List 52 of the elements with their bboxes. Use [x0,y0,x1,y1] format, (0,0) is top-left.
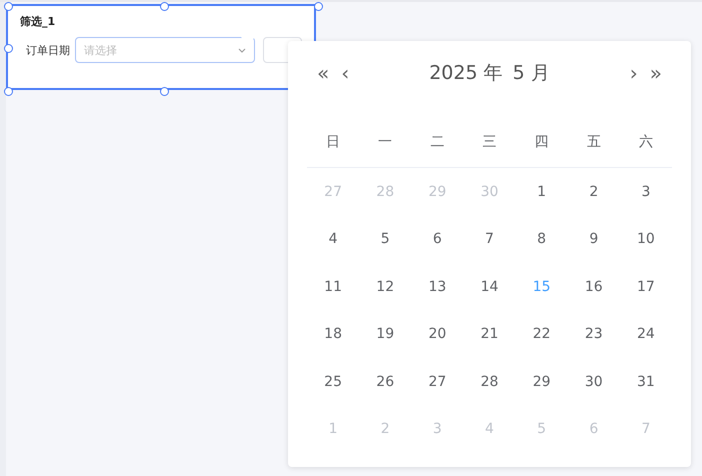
day-cell[interactable]: 7 [485,231,494,248]
prev-month-button[interactable]: ‹ [335,63,356,83]
day-cell[interactable]: 26 [376,374,394,390]
weekday-label: 一 [377,133,394,151]
day-cell[interactable]: 28 [480,374,498,390]
day-cell[interactable]: 1 [537,184,546,200]
resize-handle[interactable] [4,87,13,96]
weekday-label: 四 [534,133,550,151]
day-cell[interactable]: 30 [584,374,603,390]
day-cell[interactable]: 6 [432,231,442,248]
day-cell[interactable]: 18 [324,326,342,342]
card-title: 筛选_1 [20,14,56,29]
day-cell[interactable]: 14 [480,278,498,295]
day-cell[interactable]: 25 [324,374,342,390]
weekday-label: 日 [325,133,342,151]
day-cell[interactable]: 27 [428,374,446,390]
day-cell[interactable]: 3 [641,184,650,200]
day-cell[interactable]: 11 [324,278,342,295]
day-cell[interactable]: 29 [532,374,551,390]
day-cell[interactable]: 31 [637,374,655,390]
day-cell[interactable]: 16 [584,278,603,295]
resize-handle[interactable] [160,87,169,96]
day-cell[interactable]: 20 [428,326,446,342]
field-label: 订单日期 [26,42,70,58]
day-cell[interactable]: 9 [589,231,598,248]
day-cell[interactable]: 22 [532,326,551,342]
day-cell[interactable]: 19 [376,326,394,342]
day-cell[interactable]: 23 [584,326,603,342]
day-cell[interactable]: 2 [589,184,598,200]
day-cell[interactable]: 5 [380,231,390,248]
resize-handle[interactable] [314,2,323,11]
day-cell[interactable]: 4 [328,231,338,248]
weekday-label: 六 [638,133,654,151]
resize-handle[interactable] [4,2,13,11]
prev-year-button[interactable]: « [311,63,336,83]
next-year-button[interactable]: » [644,63,668,83]
resize-handle[interactable] [160,2,169,11]
day-cell[interactable]: 10 [637,231,655,248]
weekday-label: 五 [586,133,602,151]
weekday-label: 二 [429,133,446,151]
next-month-button[interactable]: › [624,63,644,83]
day-cell[interactable]: 24 [637,326,655,342]
resize-handle[interactable] [4,44,13,53]
weekday-label: 三 [481,133,498,151]
month-label[interactable]: 5 月 [512,60,550,86]
day-cell[interactable]: 8 [537,231,546,248]
day-cell[interactable]: 12 [376,278,394,295]
day-cell[interactable]: 21 [480,326,498,342]
chevron-down-icon [238,48,246,52]
day-cell[interactable]: 13 [428,278,446,295]
day-cell[interactable]: 17 [637,278,655,295]
year-label[interactable]: 2025 年 [429,60,503,86]
